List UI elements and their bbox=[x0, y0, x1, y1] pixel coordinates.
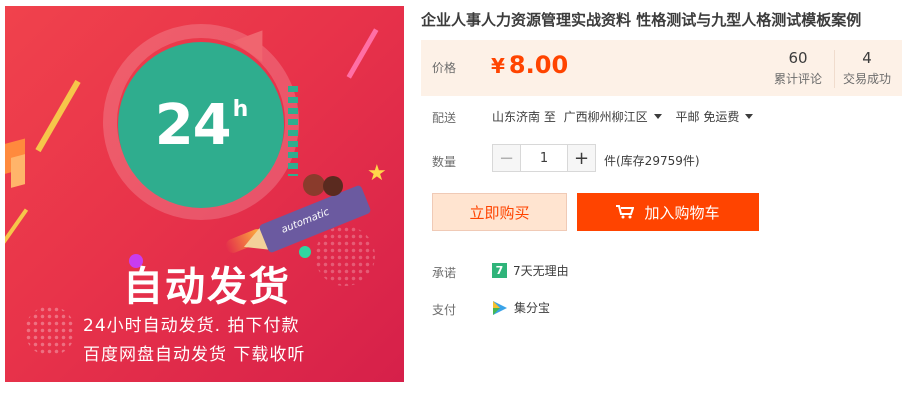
add-to-cart-label: 加入购物车 bbox=[644, 203, 720, 222]
chevron-down-icon bbox=[745, 114, 754, 119]
pencil-text: automatic bbox=[279, 206, 331, 236]
promise-item[interactable]: 7 7天无理由 bbox=[492, 262, 569, 279]
image-headline: 自动发货 bbox=[123, 264, 291, 310]
shipping-from: 山东济南 至 bbox=[492, 110, 556, 124]
price-value: ¥8.00 bbox=[491, 51, 568, 79]
promise-text: 7天无理由 bbox=[513, 264, 569, 278]
price-amount: 8.00 bbox=[508, 51, 569, 79]
payment-text: 集分宝 bbox=[514, 301, 551, 315]
shipping-destination-select[interactable]: 广西柳州柳江区 bbox=[564, 110, 672, 124]
stripe-decoration bbox=[35, 79, 81, 153]
price-box: 价格 ¥8.00 60 累计评论 4 交易成功 bbox=[421, 40, 902, 96]
24h-badge: 24h bbox=[118, 42, 284, 208]
deals-stat: 4 交易成功 bbox=[834, 49, 900, 87]
badge-number: 24h bbox=[154, 92, 249, 158]
shipping-method-select[interactable]: 平邮 免运费 bbox=[676, 110, 764, 124]
seven-day-return-icon: 7 bbox=[492, 263, 507, 278]
price-label: 价格 bbox=[432, 61, 457, 75]
currency-symbol: ¥ bbox=[491, 54, 505, 78]
increase-quantity-button[interactable]: + bbox=[567, 144, 596, 172]
add-to-cart-button[interactable]: 加入购物车 bbox=[577, 193, 759, 231]
reviews-stat[interactable]: 60 累计评论 bbox=[765, 49, 831, 87]
payment-item[interactable]: 集分宝 bbox=[492, 299, 550, 316]
kid-illustration bbox=[323, 176, 343, 196]
image-subline: 24小时自动发货. 拍下付款 bbox=[83, 316, 300, 336]
product-image[interactable]: 24h automatic ★ 自动发货 24小时自动发货. 拍下付款 百度网盘… bbox=[5, 6, 404, 382]
product-title: 企业人事人力资源管理实战资料 性格测试与九型人格测试模板案例 bbox=[421, 11, 862, 29]
reviews-count: 60 bbox=[788, 49, 808, 67]
jifenbao-icon bbox=[493, 300, 507, 315]
shipping-label: 配送 bbox=[432, 111, 457, 125]
dashes-decoration bbox=[288, 86, 298, 176]
stripe-decoration bbox=[346, 28, 379, 79]
shipping-info: 山东济南 至 广西柳州柳江区 平邮 免运费 bbox=[492, 108, 763, 125]
cart-icon bbox=[616, 205, 635, 219]
badge-unit: h bbox=[232, 96, 249, 122]
quantity-stepper: − + bbox=[492, 144, 596, 172]
payment-label: 支付 bbox=[432, 303, 457, 317]
decrease-quantity-button[interactable]: − bbox=[492, 144, 521, 172]
image-subline: 百度网盘自动发货 下载收听 bbox=[83, 345, 306, 365]
deals-count: 4 bbox=[862, 49, 872, 67]
shipping-destination: 广西柳州柳江区 bbox=[563, 110, 648, 124]
buy-now-button[interactable]: 立即购买 bbox=[432, 193, 567, 231]
chevron-down-icon bbox=[653, 114, 662, 119]
shipping-method: 平邮 免运费 bbox=[675, 110, 740, 124]
stock-text: 件(库存29759件) bbox=[604, 154, 700, 168]
cube-decoration bbox=[11, 154, 25, 188]
promise-label: 承诺 bbox=[432, 266, 457, 280]
quantity-input[interactable] bbox=[521, 144, 567, 172]
stripe-decoration bbox=[5, 208, 29, 244]
green-dot bbox=[299, 246, 311, 258]
deals-label: 交易成功 bbox=[842, 72, 891, 86]
dot-pattern bbox=[25, 306, 75, 356]
quantity-label: 数量 bbox=[432, 155, 457, 169]
star-icon: ★ bbox=[367, 161, 387, 186]
dot-pattern bbox=[315, 226, 375, 286]
reviews-label: 累计评论 bbox=[773, 72, 822, 86]
kid-illustration bbox=[303, 174, 325, 196]
